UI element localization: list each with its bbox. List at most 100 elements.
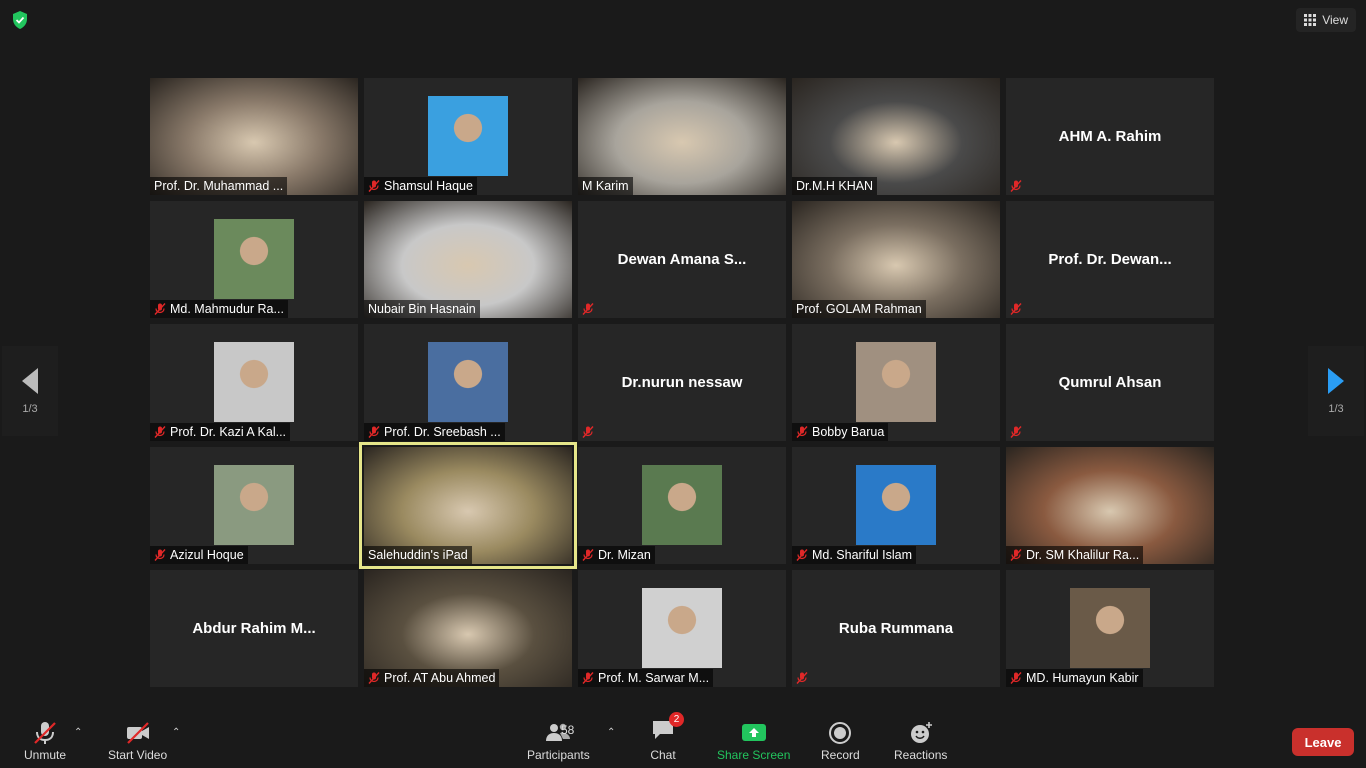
participant-tile[interactable]: M Karim xyxy=(578,78,786,195)
reactions-button[interactable]: Reactions xyxy=(894,721,947,762)
participant-nameplate xyxy=(1006,177,1026,195)
participants-button[interactable]: 58 Participants xyxy=(527,721,590,762)
participant-tile[interactable]: Dr. SM Khalilur Ra... xyxy=(1006,447,1214,564)
muted-microphone-icon xyxy=(582,549,594,561)
participant-nameplate: Md. Shariful Islam xyxy=(792,546,917,564)
chat-unread-badge: 2 xyxy=(669,712,684,727)
participants-options-caret-icon[interactable]: ⌃ xyxy=(607,727,615,738)
participant-nameplate: Shamsul Haque xyxy=(364,177,477,195)
unmute-label: Unmute xyxy=(24,748,67,762)
next-page-button[interactable]: 1/3 xyxy=(1308,346,1364,436)
participant-name-label: Dr.M.H KHAN xyxy=(796,179,874,193)
participant-nameplate: Azizul Hoque xyxy=(150,546,248,564)
leave-button[interactable]: Leave xyxy=(1292,728,1354,756)
participant-name-label: Prof. Dr. Kazi A Kal... xyxy=(170,425,287,439)
muted-microphone-icon xyxy=(582,426,594,438)
participant-tile[interactable]: Md. Mahmudur Ra... xyxy=(150,201,358,318)
participants-count: 58 xyxy=(561,723,575,737)
participant-tile[interactable]: Salehuddin's iPad xyxy=(359,442,577,569)
participant-tile[interactable]: AHM A. Rahim xyxy=(1006,78,1214,195)
participant-tile[interactable]: Abdur Rahim M... xyxy=(150,570,358,687)
participant-tile[interactable]: Azizul Hoque xyxy=(150,447,358,564)
participant-tile[interactable]: Md. Shariful Islam xyxy=(792,447,1000,564)
participant-name-label: Prof. AT Abu Ahmed xyxy=(384,671,496,685)
muted-microphone-icon xyxy=(1010,180,1022,192)
participant-name-label: Prof. GOLAM Rahman xyxy=(796,302,922,316)
participant-display-name: Prof. Dr. Dewan... xyxy=(1048,251,1172,268)
participant-tile[interactable]: Dewan Amana S... xyxy=(578,201,786,318)
participant-tile[interactable]: Ruba Rummana xyxy=(792,570,1000,687)
participant-tile[interactable]: Nubair Bin Hasnain xyxy=(364,201,572,318)
participant-name-label: Nubair Bin Hasnain xyxy=(368,302,476,316)
participant-name-label: Md. Mahmudur Ra... xyxy=(170,302,284,316)
participant-nameplate: Dr. SM Khalilur Ra... xyxy=(1006,546,1144,564)
participant-tile[interactable]: Shamsul Haque xyxy=(364,78,572,195)
participant-profile-picture xyxy=(642,465,722,545)
participant-name-label: Shamsul Haque xyxy=(384,179,473,193)
participant-tile[interactable]: Prof. Dr. Dewan... xyxy=(1006,201,1214,318)
participant-nameplate xyxy=(150,669,158,687)
participant-name-label: Bobby Barua xyxy=(812,425,885,439)
participant-tile[interactable]: Prof. Dr. Sreebash ... xyxy=(364,324,572,441)
participant-tile[interactable]: Prof. GOLAM Rahman xyxy=(792,201,1000,318)
participant-tile[interactable]: Dr. Mizan xyxy=(578,447,786,564)
view-button[interactable]: View xyxy=(1296,8,1356,32)
participants-label: Participants xyxy=(527,748,590,762)
participant-nameplate xyxy=(792,669,812,687)
record-label: Record xyxy=(821,748,860,762)
participant-display-name: Dr.nurun nessaw xyxy=(621,374,743,391)
chat-button[interactable]: 2 Chat xyxy=(650,712,684,762)
video-options-caret-icon[interactable]: ⌃ xyxy=(172,727,180,738)
participant-display-name: AHM A. Rahim xyxy=(1058,128,1162,145)
participant-tile[interactable]: Qumrul Ahsan xyxy=(1006,324,1214,441)
participant-nameplate: Prof. M. Sarwar M... xyxy=(578,669,714,687)
record-button[interactable]: Record xyxy=(821,721,860,762)
unmute-button[interactable]: Unmute xyxy=(24,721,66,762)
muted-microphone-icon xyxy=(796,672,808,684)
participant-profile-picture xyxy=(856,342,936,422)
participant-display-name: Abdur Rahim M... xyxy=(192,620,316,637)
participant-tile[interactable]: MD. Humayun Kabir xyxy=(1006,570,1214,687)
participant-profile-picture xyxy=(856,465,936,545)
participant-name-label: Md. Shariful Islam xyxy=(812,548,913,562)
participant-display-name: Qumrul Ahsan xyxy=(1058,374,1162,391)
previous-page-button[interactable]: 1/3 xyxy=(2,346,58,436)
participant-tile[interactable]: Prof. M. Sarwar M... xyxy=(578,570,786,687)
participant-tile[interactable]: Prof. Dr. Kazi A Kal... xyxy=(150,324,358,441)
participant-nameplate: Dr.M.H KHAN xyxy=(792,177,878,195)
participant-display-name: Dewan Amana S... xyxy=(617,251,747,268)
participant-nameplate xyxy=(1006,423,1026,441)
page-indicator-right: 1/3 xyxy=(1328,403,1344,415)
participant-tile[interactable]: Dr.M.H KHAN xyxy=(792,78,1000,195)
page-indicator-left: 1/3 xyxy=(22,403,38,415)
muted-microphone-icon xyxy=(1010,672,1022,684)
encryption-shield-icon[interactable] xyxy=(10,10,30,30)
reactions-label: Reactions xyxy=(894,748,948,762)
participant-name-label: Salehuddin's iPad xyxy=(368,548,468,562)
camera-off-icon xyxy=(126,722,149,744)
participant-tile[interactable]: Dr.nurun nessaw xyxy=(578,324,786,441)
muted-microphone-icon xyxy=(368,426,380,438)
participant-nameplate: Prof. Dr. Sreebash ... xyxy=(364,423,505,441)
start-video-button[interactable]: Start Video xyxy=(108,721,167,762)
participant-profile-picture xyxy=(1070,588,1150,668)
grid-icon xyxy=(1304,14,1317,26)
participant-nameplate: Salehuddin's iPad xyxy=(364,546,472,564)
muted-microphone-icon xyxy=(1010,426,1022,438)
participant-name-label: MD. Humayun Kabir xyxy=(1026,671,1139,685)
participant-tile[interactable]: Prof. Dr. Muhammad ... xyxy=(150,78,358,195)
participant-name-label: M Karim xyxy=(582,179,629,193)
gallery-grid: Prof. Dr. Muhammad ... Shamsul Haque M Kar… xyxy=(150,78,1216,689)
participant-profile-picture xyxy=(214,465,294,545)
audio-options-caret-icon[interactable]: ⌃ xyxy=(74,727,82,738)
chat-label: Chat xyxy=(650,748,676,762)
participant-nameplate: Bobby Barua xyxy=(792,423,889,441)
participant-tile[interactable]: Bobby Barua xyxy=(792,324,1000,441)
participant-name-label: Azizul Hoque xyxy=(170,548,244,562)
participant-tile[interactable]: Prof. AT Abu Ahmed xyxy=(364,570,572,687)
participant-name-label: Prof. Dr. Sreebash ... xyxy=(384,425,501,439)
share-screen-button[interactable]: Share Screen xyxy=(717,721,790,762)
participant-profile-picture xyxy=(214,342,294,422)
muted-microphone-icon xyxy=(154,303,166,315)
microphone-muted-icon xyxy=(34,722,56,744)
